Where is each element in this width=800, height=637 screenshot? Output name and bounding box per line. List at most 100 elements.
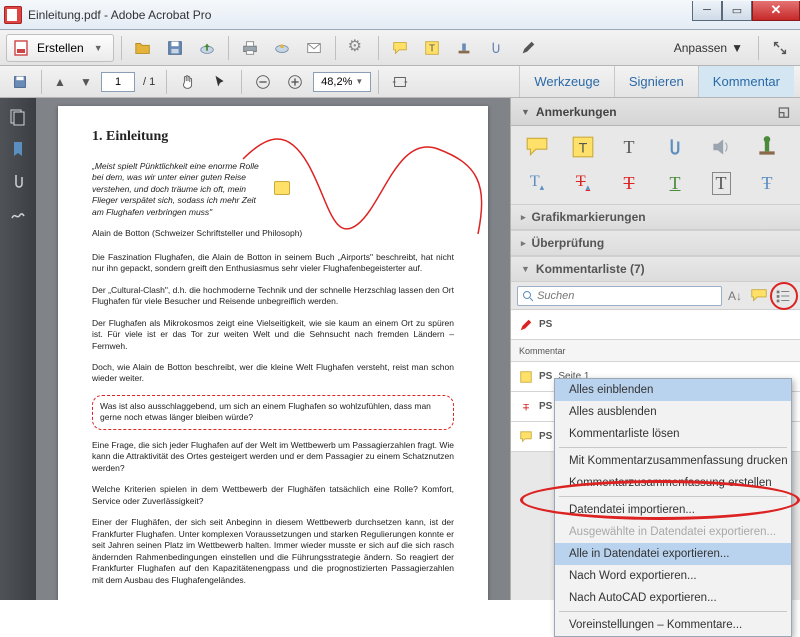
menu-show-all[interactable]: Alles einblenden bbox=[555, 379, 791, 401]
highlight-text-tool[interactable]: T bbox=[571, 136, 595, 158]
commentlist-section-header[interactable]: ▼Kommentarliste (7) bbox=[511, 256, 800, 282]
zoom-in-button[interactable] bbox=[281, 68, 309, 96]
customize-menu[interactable]: Anpassen ▼ bbox=[666, 41, 751, 55]
pages-icon bbox=[9, 108, 27, 126]
window-controls: ─ ▭ ✕ bbox=[692, 1, 800, 21]
hand-tool-button[interactable] bbox=[174, 68, 202, 96]
comment-list-item[interactable]: PS bbox=[511, 310, 800, 340]
text-box-tool[interactable]: T bbox=[709, 172, 733, 194]
select-tool-button[interactable] bbox=[206, 68, 234, 96]
insert-text-tool[interactable]: T▴ bbox=[525, 172, 549, 194]
open-button[interactable] bbox=[129, 34, 157, 62]
share-button[interactable] bbox=[268, 34, 296, 62]
text-tool[interactable]: T bbox=[617, 136, 641, 158]
print-button[interactable] bbox=[236, 34, 264, 62]
tab-sign[interactable]: Signieren bbox=[614, 66, 698, 97]
underline-tool[interactable]: T bbox=[663, 172, 687, 194]
sticky-note-annotation[interactable] bbox=[274, 181, 290, 195]
options-button[interactable]: ⚙ bbox=[343, 34, 371, 62]
menu-create-summary[interactable]: Kommentarzusammenfassung erstellen bbox=[555, 472, 791, 494]
speech-bubble-icon bbox=[525, 135, 549, 159]
menu-print-summary[interactable]: Mit Kommentarzusammenfassung drucken bbox=[555, 450, 791, 472]
page-up-button[interactable]: ▲ bbox=[49, 71, 71, 93]
tab-tools[interactable]: Werkzeuge bbox=[519, 66, 614, 97]
menu-export-word[interactable]: Nach Word exportieren... bbox=[555, 565, 791, 587]
arrow-down-icon: ▼ bbox=[80, 75, 92, 89]
underline-t-icon: T bbox=[670, 173, 681, 194]
text-t-icon: T bbox=[624, 138, 635, 156]
list-options-icon bbox=[774, 287, 792, 305]
options-button[interactable] bbox=[772, 285, 794, 307]
close-button[interactable]: ✕ bbox=[752, 1, 800, 21]
gear-icon: ⚙ bbox=[348, 39, 366, 57]
zoom-out-button[interactable] bbox=[249, 68, 277, 96]
save-quick-button[interactable] bbox=[6, 68, 34, 96]
fullscreen-button[interactable] bbox=[766, 34, 794, 62]
maximize-button[interactable]: ▭ bbox=[722, 1, 752, 21]
separator bbox=[335, 36, 336, 60]
paperclip-blue-icon bbox=[663, 135, 687, 159]
floppy-icon bbox=[166, 39, 184, 57]
zoom-level-value: 48,2% bbox=[321, 76, 352, 88]
doc-author: Alain de Botton (Schweizer Schriftstelle… bbox=[92, 228, 454, 239]
annotations-section-header[interactable]: ▼ Anmerkungen ◱ bbox=[511, 98, 800, 126]
popout-icon[interactable]: ◱ bbox=[778, 104, 790, 120]
thumbnails-panel-button[interactable] bbox=[5, 104, 31, 130]
left-nav-strip bbox=[0, 98, 36, 600]
menu-separator bbox=[559, 496, 787, 497]
graphics-section-header[interactable]: ▸Grafikmarkierungen bbox=[511, 204, 800, 230]
audio-tool[interactable] bbox=[709, 136, 733, 158]
triangle-down-icon: ▼ bbox=[521, 264, 530, 274]
attach-button[interactable] bbox=[482, 34, 510, 62]
attach-file-tool[interactable] bbox=[663, 136, 687, 158]
page-number-input[interactable] bbox=[101, 72, 135, 92]
doc-para: Welche Kriterien spielen in dem Wettbewe… bbox=[92, 484, 454, 507]
bookmarks-panel-button[interactable] bbox=[5, 136, 31, 162]
speech-bubble-icon bbox=[391, 39, 409, 57]
sticky-note-tool[interactable] bbox=[525, 136, 549, 158]
comment-list-item[interactable]: Kommentar bbox=[511, 340, 800, 362]
correction-tool[interactable]: Ŧ bbox=[755, 172, 779, 194]
document-pane[interactable]: 1. Einleitung „Meist spielt Pünktlichkei… bbox=[36, 98, 510, 600]
save-cloud-button[interactable] bbox=[193, 34, 221, 62]
filter-button[interactable] bbox=[748, 285, 770, 307]
review-section-header[interactable]: ▸Überprüfung bbox=[511, 230, 800, 256]
email-button[interactable] bbox=[300, 34, 328, 62]
strikeout-tool[interactable]: T bbox=[617, 172, 641, 194]
menu-detach-list[interactable]: Kommentarliste lösen bbox=[555, 423, 791, 445]
fit-width-button[interactable] bbox=[386, 68, 414, 96]
zoom-level-select[interactable]: 48,2%▼ bbox=[313, 72, 371, 92]
attachments-panel-button[interactable] bbox=[5, 168, 31, 194]
sign-tool-button[interactable] bbox=[514, 34, 542, 62]
menu-import-data[interactable]: Datendatei importieren... bbox=[555, 499, 791, 521]
replace-text-tool[interactable]: T▴ bbox=[571, 172, 595, 194]
highlight-tool-button[interactable]: T bbox=[418, 34, 446, 62]
strikeout-replace-icon: T▴ bbox=[576, 173, 590, 193]
page-down-button[interactable]: ▼ bbox=[75, 71, 97, 93]
menu-export-autocad[interactable]: Nach AutoCAD exportieren... bbox=[555, 587, 791, 609]
comment-bubble-button[interactable] bbox=[386, 34, 414, 62]
sort-button[interactable]: A↓ bbox=[724, 285, 746, 307]
menu-export-all[interactable]: Alle in Datendatei exportieren... bbox=[555, 543, 791, 565]
tab-comment[interactable]: Kommentar bbox=[698, 66, 794, 97]
pdf-page: 1. Einleitung „Meist spielt Pünktlichkei… bbox=[58, 106, 488, 600]
caret-down-icon: ▼ bbox=[731, 41, 743, 55]
create-button[interactable]: Erstellen ▼ bbox=[6, 34, 114, 62]
doc-para: Doch, wie Alain de Botton beschreibt, we… bbox=[92, 362, 454, 385]
menu-preferences[interactable]: Voreinstellungen – Kommentare... bbox=[555, 614, 791, 636]
paperclip-icon bbox=[9, 172, 27, 190]
stamp-button[interactable] bbox=[450, 34, 478, 62]
page-total: / 1 bbox=[143, 76, 155, 88]
menu-hide-all[interactable]: Alles ausblenden bbox=[555, 401, 791, 423]
separator bbox=[378, 36, 379, 60]
signatures-panel-button[interactable] bbox=[5, 200, 31, 226]
cloud-annotation[interactable]: Was ist also ausschlaggebend, um sich an… bbox=[92, 395, 454, 430]
save-button[interactable] bbox=[161, 34, 189, 62]
speaker-icon bbox=[709, 135, 733, 159]
comment-search-input[interactable] bbox=[537, 290, 717, 302]
minimize-button[interactable]: ─ bbox=[692, 1, 722, 21]
annotation-tools-grid: T T T▴ T▴ T T T Ŧ bbox=[511, 126, 800, 204]
insert-caret-icon: T▴ bbox=[530, 173, 544, 193]
pen-icon bbox=[519, 39, 537, 57]
stamp-tool[interactable] bbox=[755, 136, 779, 158]
